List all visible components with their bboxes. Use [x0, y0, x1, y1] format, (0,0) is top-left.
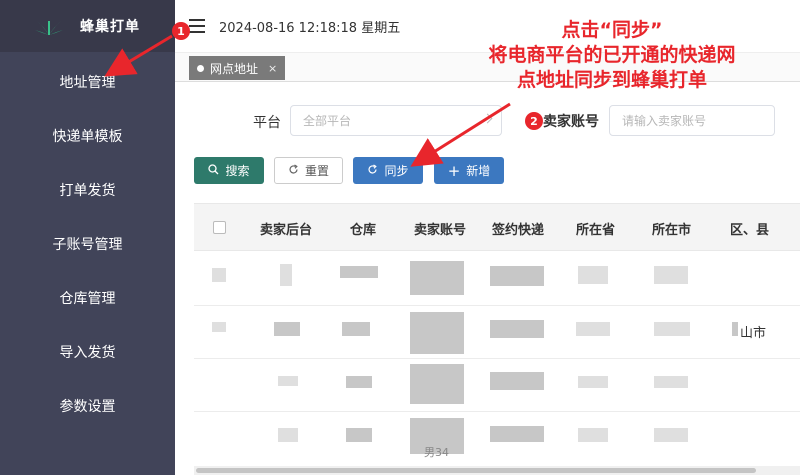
arrow-to-sync-button — [410, 102, 511, 167]
arrow-to-address-menu — [104, 34, 173, 77]
annotation-arrows — [104, 34, 511, 167]
